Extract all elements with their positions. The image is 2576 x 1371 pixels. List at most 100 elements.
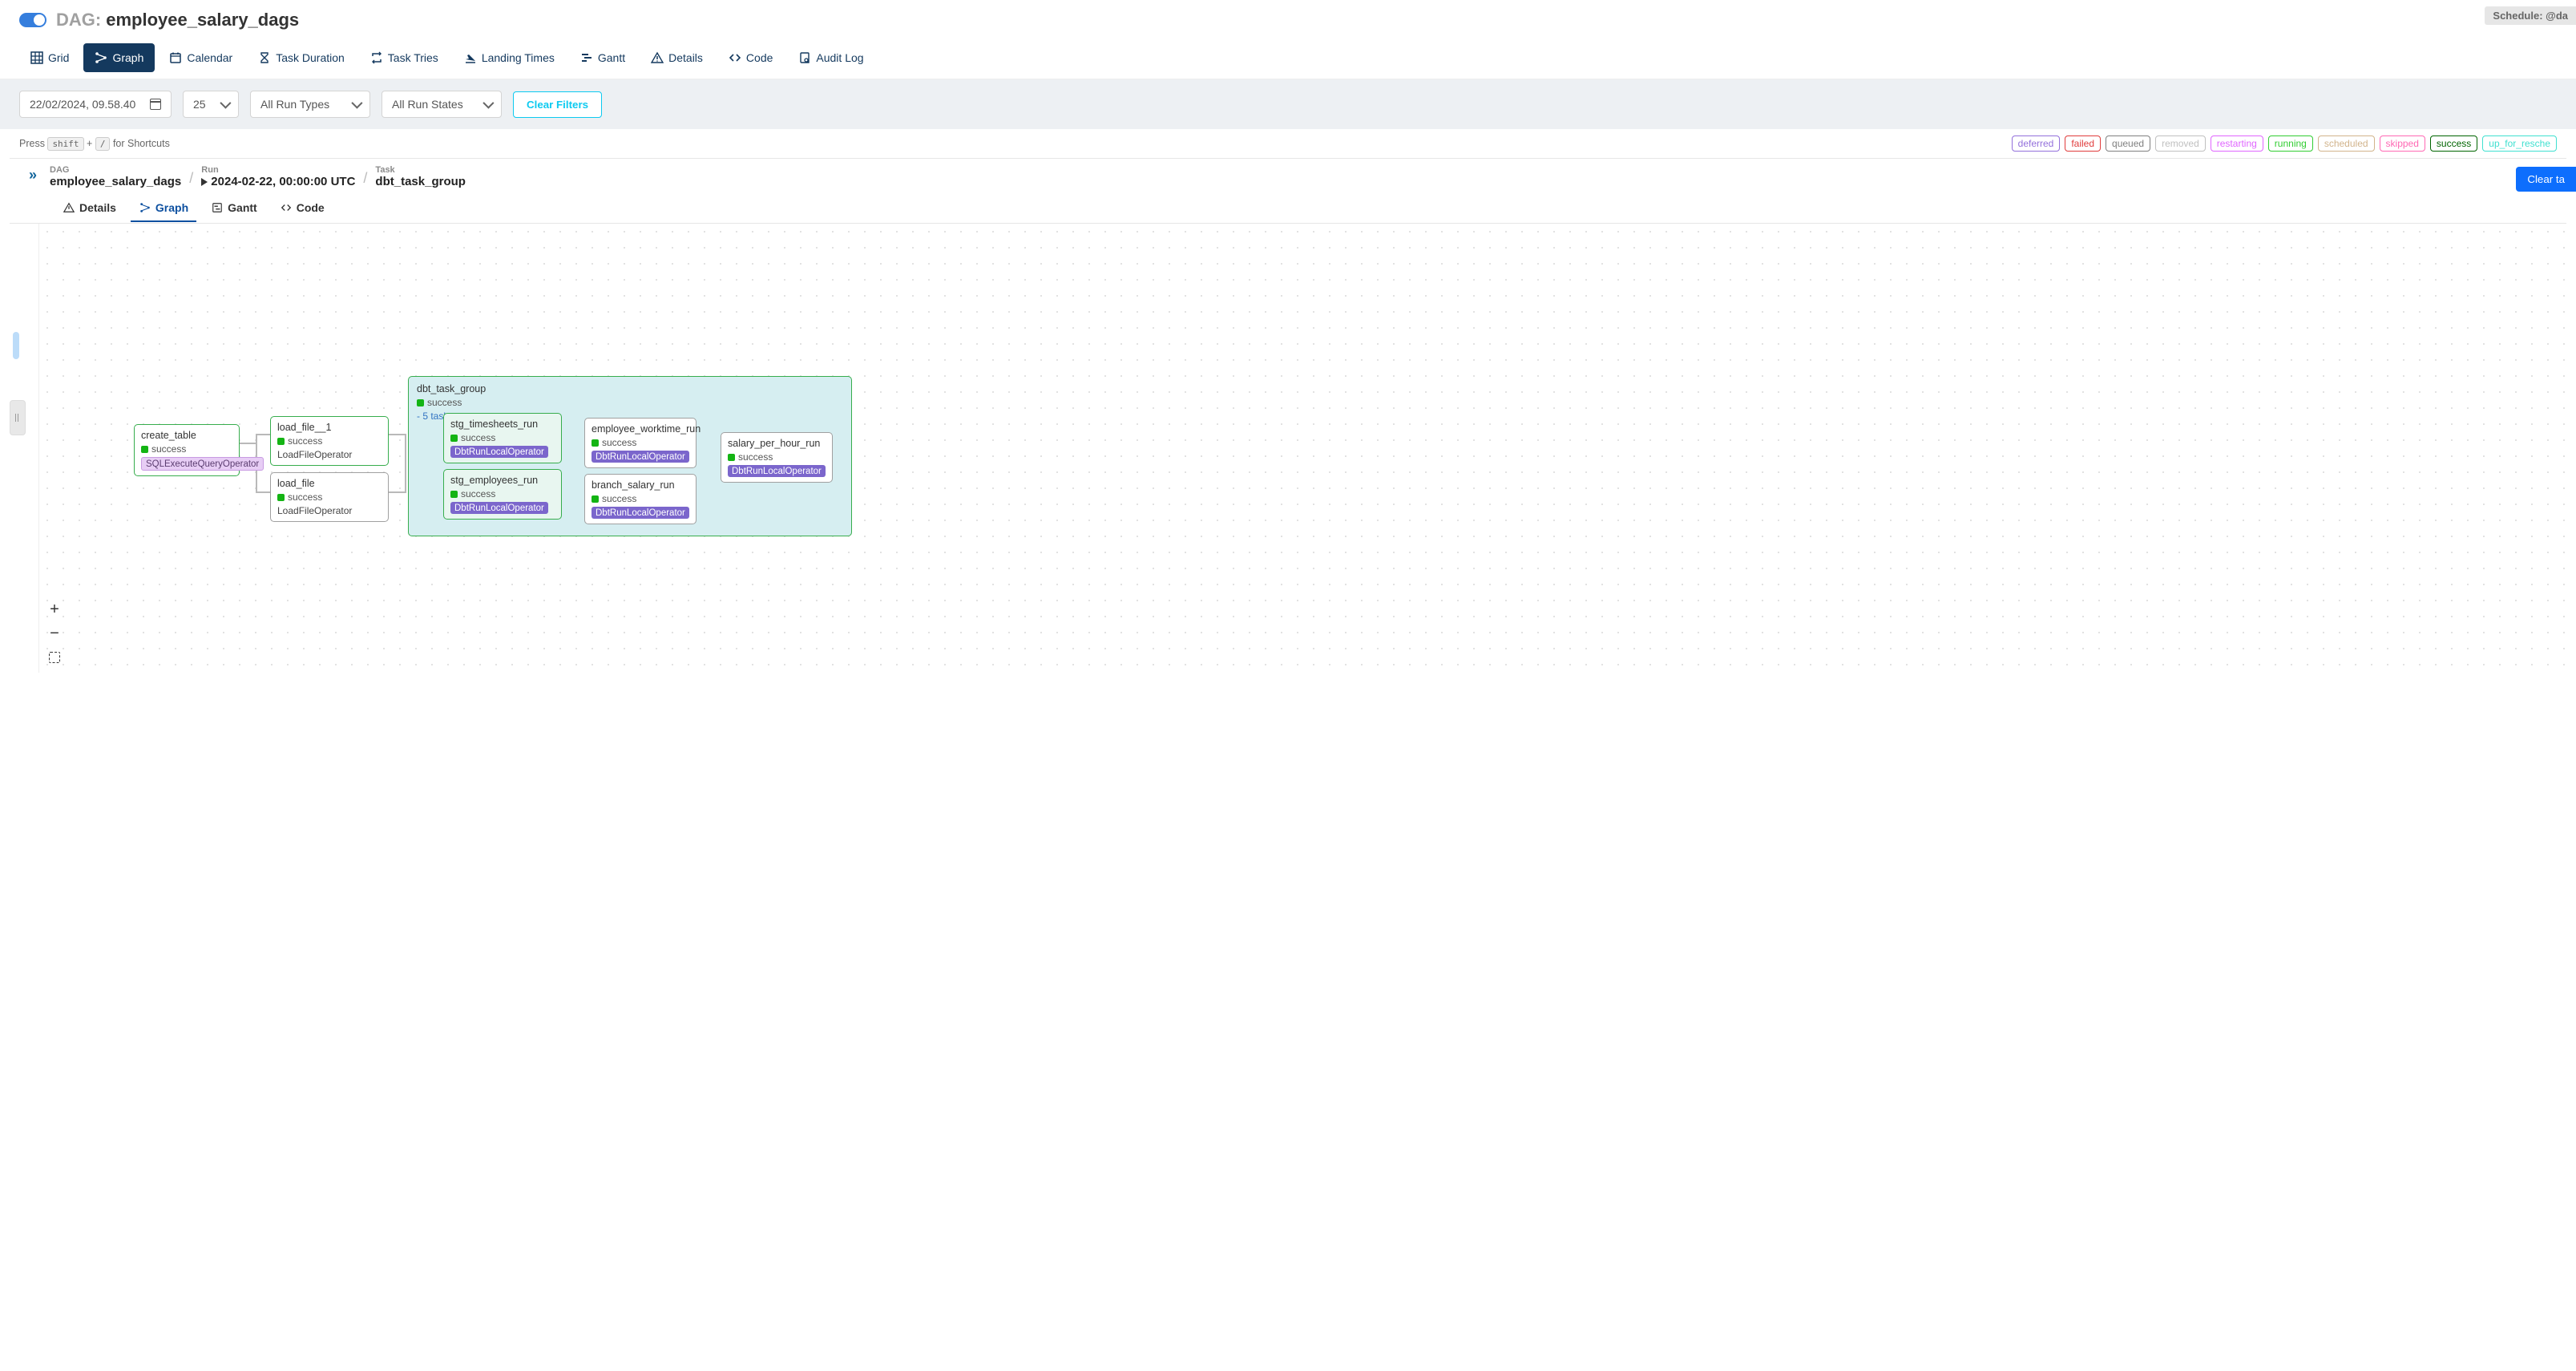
tab-details[interactable]: Details bbox=[640, 43, 714, 72]
node-status: success bbox=[450, 432, 555, 443]
node-salary-per-hour[interactable]: salary_per_hour_run success DbtRunLocalO… bbox=[721, 432, 833, 483]
operator-badge: DbtRunLocalOperator bbox=[450, 502, 548, 514]
tab-landing-times[interactable]: Landing Times bbox=[453, 43, 566, 72]
bc-run-text: 2024-02-22, 00:00:00 UTC bbox=[211, 175, 355, 188]
breadcrumb-row: » DAG employee_salary_dags / Run 2024-02… bbox=[0, 159, 2576, 195]
zoom-in-button[interactable]: + bbox=[45, 601, 64, 618]
node-create-table[interactable]: create_table success SQLExecuteQueryOper… bbox=[134, 424, 240, 476]
status-text: success bbox=[288, 491, 322, 503]
warning-icon bbox=[63, 201, 75, 214]
fit-screen-button[interactable] bbox=[45, 649, 64, 666]
tab-graph[interactable]: Graph bbox=[83, 43, 155, 72]
graph-icon bbox=[139, 201, 151, 214]
group-status: success bbox=[417, 397, 843, 408]
operator-badge: DbtRunLocalOperator bbox=[450, 446, 548, 458]
code-icon bbox=[729, 51, 741, 64]
legend-item-removed[interactable]: removed bbox=[2155, 135, 2206, 152]
tab-task-duration[interactable]: Task Duration bbox=[247, 43, 356, 72]
status-indicator bbox=[277, 438, 285, 445]
bc-run-label: Run bbox=[201, 165, 355, 175]
date-value: 22/02/2024, 09.58.40 bbox=[30, 98, 135, 111]
node-stg-timesheets[interactable]: stg_timesheets_run success DbtRunLocalOp… bbox=[443, 413, 562, 463]
legend-item-up_for_resche[interactable]: up_for_resche bbox=[2482, 135, 2557, 152]
legend-item-restarting[interactable]: restarting bbox=[2211, 135, 2263, 152]
edge bbox=[256, 491, 270, 493]
node-load-file-1[interactable]: load_file__1 success LoadFileOperator bbox=[270, 416, 389, 466]
plus-text: + bbox=[87, 138, 92, 149]
breadcrumb-sep: / bbox=[363, 170, 367, 188]
zoom-out-button[interactable]: − bbox=[45, 625, 64, 642]
tab-label: Task Tries bbox=[388, 51, 438, 64]
tab-code[interactable]: Code bbox=[717, 43, 784, 72]
tab-label: Gantt bbox=[228, 201, 257, 214]
run-count-select[interactable]: 25 bbox=[183, 91, 239, 118]
legend-item-skipped[interactable]: skipped bbox=[2380, 135, 2425, 152]
graph-canvas[interactable]: dbt_task_group success - 5 tasks create_… bbox=[38, 224, 2566, 673]
filter-bar: 22/02/2024, 09.58.40 25 All Run Types Al… bbox=[0, 79, 2576, 129]
run-types-select[interactable]: All Run Types bbox=[250, 91, 370, 118]
status-indicator bbox=[450, 435, 458, 442]
tab-task-tries[interactable]: Task Tries bbox=[359, 43, 450, 72]
run-states-select[interactable]: All Run States bbox=[382, 91, 502, 118]
tab-audit-log[interactable]: Audit Log bbox=[787, 43, 874, 72]
bc-dag-value: employee_salary_dags bbox=[50, 175, 181, 188]
tab-label: Task Duration bbox=[276, 51, 345, 64]
breadcrumb-run[interactable]: Run 2024-02-22, 00:00:00 UTC bbox=[201, 165, 355, 188]
node-status: success bbox=[277, 491, 382, 503]
run-types-value: All Run Types bbox=[260, 98, 329, 111]
legend-item-running[interactable]: running bbox=[2268, 135, 2313, 152]
legend-item-success[interactable]: success bbox=[2430, 135, 2477, 152]
node-branch-salary[interactable]: branch_salary_run success DbtRunLocalOpe… bbox=[584, 474, 696, 524]
schedule-badge[interactable]: Schedule: @da bbox=[2485, 6, 2576, 25]
log-icon bbox=[798, 51, 811, 64]
edge bbox=[256, 434, 270, 435]
dag-enabled-toggle[interactable] bbox=[19, 13, 46, 27]
legend-item-scheduled[interactable]: scheduled bbox=[2318, 135, 2375, 152]
graph-icon bbox=[95, 51, 107, 64]
operator-badge: SQLExecuteQueryOperator bbox=[141, 457, 264, 471]
tab-label: Grid bbox=[48, 51, 69, 64]
detail-tab-details[interactable]: Details bbox=[55, 195, 124, 222]
landing-icon bbox=[464, 51, 477, 64]
node-employee-worktime[interactable]: employee_worktime_run success DbtRunLoca… bbox=[584, 418, 696, 468]
hint-suffix: for Shortcuts bbox=[113, 138, 170, 149]
detail-tab-graph[interactable]: Graph bbox=[131, 195, 196, 222]
legend-item-queued[interactable]: queued bbox=[2106, 135, 2150, 152]
tab-gantt[interactable]: Gantt bbox=[569, 43, 636, 72]
expand-icon[interactable]: » bbox=[29, 167, 37, 184]
status-text: success bbox=[602, 437, 636, 448]
detail-tab-code[interactable]: Code bbox=[272, 195, 333, 222]
legend-item-deferred[interactable]: deferred bbox=[2012, 135, 2061, 152]
clear-task-button[interactable]: Clear ta bbox=[2516, 167, 2576, 192]
clear-filters-button[interactable]: Clear Filters bbox=[513, 91, 602, 118]
status-text: success bbox=[602, 493, 636, 504]
tab-label: Code bbox=[297, 201, 325, 214]
legend-item-failed[interactable]: failed bbox=[2065, 135, 2101, 152]
tab-grid[interactable]: Grid bbox=[19, 43, 80, 72]
breadcrumb-task[interactable]: Task dbt_task_group bbox=[375, 165, 466, 188]
sidebar-collapse-tab[interactable] bbox=[13, 332, 19, 359]
chevron-down-icon bbox=[351, 98, 362, 109]
status-indicator bbox=[141, 446, 148, 453]
sidebar-resize-handle[interactable] bbox=[10, 400, 26, 435]
status-text: success bbox=[151, 443, 186, 455]
status-indicator bbox=[592, 439, 599, 447]
breadcrumb-dag[interactable]: DAG employee_salary_dags bbox=[50, 165, 181, 188]
node-status: success bbox=[728, 451, 826, 463]
status-indicator bbox=[417, 399, 424, 406]
status-indicator bbox=[592, 495, 599, 503]
detail-tab-gantt[interactable]: Gantt bbox=[203, 195, 265, 222]
tab-calendar[interactable]: Calendar bbox=[158, 43, 244, 72]
status-text: success bbox=[738, 451, 773, 463]
tab-label: Code bbox=[746, 51, 773, 64]
warning-icon bbox=[651, 51, 664, 64]
node-stg-employees[interactable]: stg_employees_run success DbtRunLocalOpe… bbox=[443, 469, 562, 520]
zoom-controls: + − bbox=[45, 601, 64, 666]
node-title: create_table bbox=[141, 430, 232, 441]
shortcuts-hint: Press shift + / for Shortcuts bbox=[19, 138, 170, 149]
count-value: 25 bbox=[193, 98, 206, 111]
fullscreen-icon bbox=[49, 652, 60, 663]
chevron-down-icon bbox=[220, 98, 231, 109]
node-load-file[interactable]: load_file success LoadFileOperator bbox=[270, 472, 389, 522]
run-date-picker[interactable]: 22/02/2024, 09.58.40 bbox=[19, 91, 172, 118]
